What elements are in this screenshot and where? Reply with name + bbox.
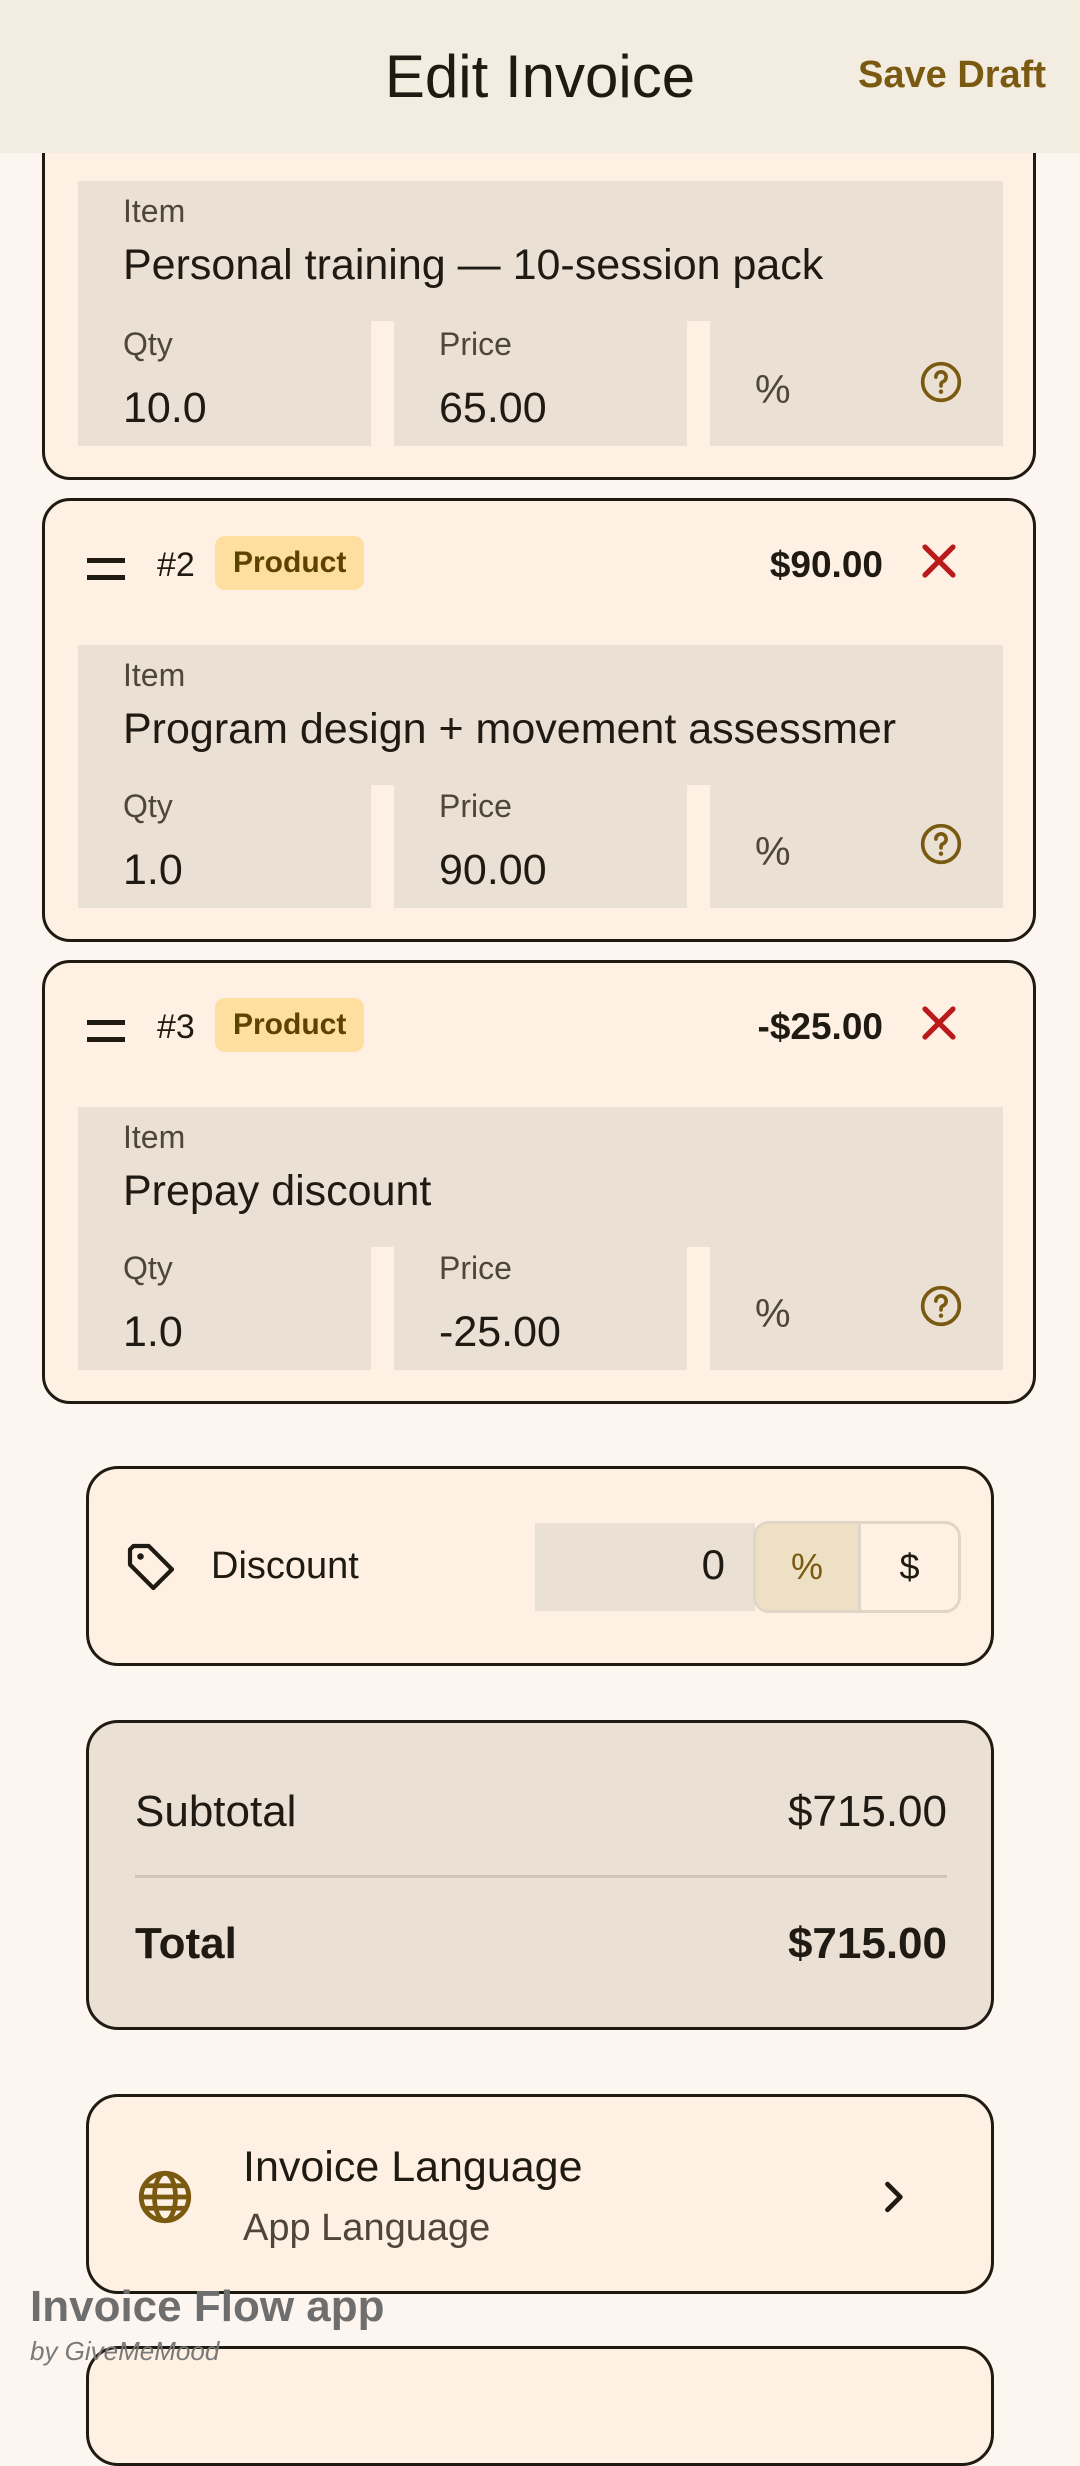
price-field[interactable]: Price -25.00 (394, 1240, 687, 1370)
qty-field[interactable]: Qty 1.0 (78, 778, 371, 908)
item-name-value: Personal training — 10-session pack (123, 241, 824, 289)
percent-label: % (755, 368, 791, 412)
tag-icon (127, 1543, 175, 1591)
price-label: Price (439, 788, 512, 824)
discount-input[interactable]: 0 (535, 1523, 755, 1611)
percent-label: % (755, 1292, 791, 1336)
line-item-card: Item Personal training — 10-session pack… (42, 120, 1036, 480)
total-label: Total (135, 1919, 237, 1968)
discount-label: Discount (211, 1545, 359, 1587)
item-name-field[interactable]: Item Prepay discount (78, 1107, 1003, 1247)
item-type-badge: Product (215, 998, 365, 1052)
qty-field[interactable]: Qty 10.0 (78, 316, 371, 446)
watermark-byline: by GiveMeMood (30, 2336, 220, 2366)
close-icon[interactable] (915, 537, 963, 585)
subtotal-label: Subtotal (135, 1787, 297, 1836)
tax-percent-field[interactable]: % (710, 1240, 1003, 1370)
invoice-language-row[interactable]: Invoice Language App Language (86, 2094, 994, 2294)
totals-divider (135, 1875, 947, 1878)
line-item-header: #3 Product -$25.00 (45, 963, 1033, 1097)
item-label: Item (123, 193, 186, 229)
line-item-amount: $90.00 (769, 544, 883, 585)
qty-value: 1.0 (123, 846, 183, 894)
globe-icon (138, 2170, 192, 2224)
price-label: Price (439, 326, 512, 362)
item-name-value: Prepay discount (123, 1167, 432, 1215)
line-item-card: #2 Product $90.00 Item Program design + … (42, 498, 1036, 942)
total-value: $715.00 (787, 1919, 947, 1968)
chevron-right-icon (885, 2181, 903, 2213)
top-app-bar: Edit Invoice Save Draft (0, 0, 1080, 153)
price-value: 90.00 (439, 846, 547, 894)
item-label: Item (123, 1119, 186, 1155)
invoice-language-subtitle: App Language (243, 2207, 491, 2249)
percent-label: % (755, 830, 791, 874)
help-icon[interactable] (919, 822, 963, 866)
discount-value: 0 (701, 1541, 725, 1588)
line-item-number: #3 (157, 1008, 195, 1046)
item-name-field[interactable]: Item Program design + movement assessmer (78, 645, 1003, 785)
close-icon[interactable] (915, 999, 963, 1047)
watermark-app-name: Invoice Flow app (30, 2282, 385, 2331)
qty-value: 10.0 (123, 384, 207, 432)
qty-field[interactable]: Qty 1.0 (78, 1240, 371, 1370)
qty-label: Qty (123, 326, 173, 362)
tax-percent-field[interactable]: % (710, 316, 1003, 446)
save-draft-button[interactable]: Save Draft (858, 54, 1046, 97)
price-field[interactable]: Price 90.00 (394, 778, 687, 908)
app-watermark: Invoice Flow app by GiveMeMood (30, 2282, 385, 2367)
item-label: Item (123, 657, 186, 693)
drag-handle-icon[interactable] (87, 1020, 125, 1042)
qty-label: Qty (123, 1250, 173, 1286)
help-icon[interactable] (919, 360, 963, 404)
item-name-field[interactable]: Item Personal training — 10-session pack (78, 181, 1003, 321)
qty-value: 1.0 (123, 1308, 183, 1356)
price-label: Price (439, 1250, 512, 1286)
price-field[interactable]: Price 65.00 (394, 316, 687, 446)
dollar-toggle-option[interactable]: $ (861, 1524, 958, 1610)
discount-card: Discount 0 % $ (86, 1466, 994, 1666)
discount-type-toggle: % $ (753, 1521, 961, 1613)
line-item-number: #2 (157, 546, 195, 584)
drag-handle-icon[interactable] (87, 558, 125, 580)
line-item-header: #2 Product $90.00 (45, 501, 1033, 635)
item-name-value: Program design + movement assessmer (123, 705, 897, 753)
tax-percent-field[interactable]: % (710, 778, 1003, 908)
price-value: 65.00 (439, 384, 547, 432)
line-item-card: #3 Product -$25.00 Item Prepay discount … (42, 960, 1036, 1404)
invoice-language-title: Invoice Language (243, 2143, 583, 2191)
line-item-amount: -$25.00 (757, 1006, 884, 1047)
item-type-badge: Product (215, 536, 365, 590)
percent-toggle-option[interactable]: % (756, 1524, 861, 1610)
price-value: -25.00 (439, 1308, 561, 1356)
totals-card: Subtotal $715.00 Total $715.00 (86, 1720, 994, 2030)
help-icon[interactable] (919, 1284, 963, 1328)
subtotal-value: $715.00 (787, 1787, 947, 1836)
qty-label: Qty (123, 788, 173, 824)
